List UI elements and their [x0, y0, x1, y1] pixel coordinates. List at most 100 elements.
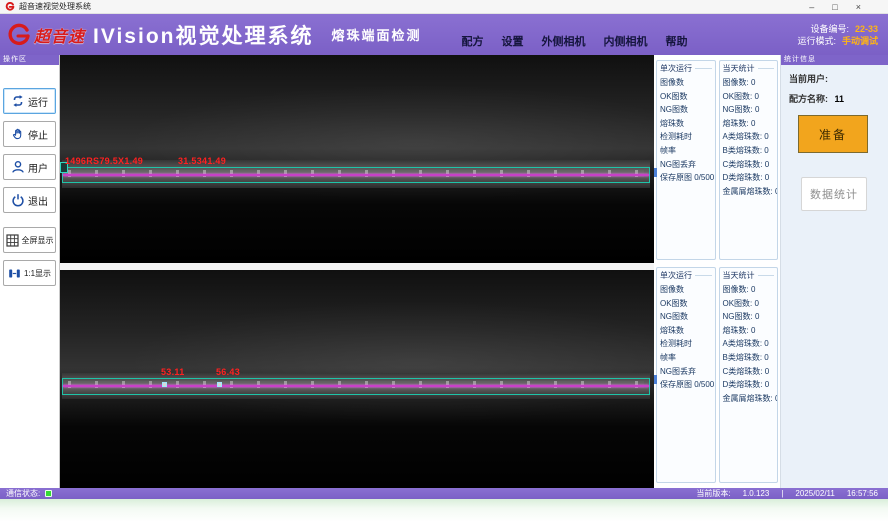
- single-run-groupbox: 单次运行 图像数 OK图数 NG图数 熔珠数 检测耗时 帧率 NG图丢弃 保存原…: [656, 267, 716, 483]
- today-stats-groupbox: 当天统计 图像数: 0 OK图数: 0 NG图数: 0 熔珠数: 0 A类熔珠数…: [719, 60, 779, 260]
- stat-row: 保存原图 0/500: [660, 378, 712, 392]
- stat-row: NG图数: 0: [723, 103, 775, 117]
- stat-row: B类熔珠数: 0: [723, 144, 775, 158]
- stat-row: OK图数: 0: [723, 297, 775, 311]
- operation-sidebar: 操作区 运行 停止: [0, 55, 60, 488]
- camera-viewport-bottom[interactable]: 53.11 56.43: [60, 270, 654, 488]
- user-button-label: 用户: [28, 160, 48, 175]
- stat-row: 熔珠数: 0: [723, 324, 775, 338]
- stat-row: 金属屑熔珠数: 0: [723, 392, 775, 406]
- measurement-annotation: 1496RS79.5X1.49: [65, 156, 143, 166]
- stat-row: A类熔珠数: 0: [723, 130, 775, 144]
- today-stats-title: 当天统计: [723, 270, 775, 281]
- run-mode-row: 运行模式: 手动调试: [797, 35, 878, 47]
- brand-swoosh-icon: [6, 23, 32, 47]
- stat-row: 熔珠数: [660, 324, 712, 338]
- single-run-title: 单次运行: [660, 63, 712, 74]
- stat-row: 金属屑熔珠数: 0: [723, 185, 775, 199]
- status-bar: 通信状态: 当前版本: 1.0.123 | 2025/02/11 16:57:5…: [0, 488, 888, 499]
- device-info: 设备编号: 22-33 运行模式: 手动调试: [797, 23, 878, 47]
- window-title: 超音速视觉处理系统: [19, 1, 91, 12]
- stat-row: NG图数: 0: [723, 310, 775, 324]
- stat-row: 熔珠数: [660, 117, 712, 131]
- status-date: 2025/02/11: [795, 489, 834, 498]
- bead-center-line: [63, 385, 649, 387]
- minimize-icon[interactable]: –: [809, 1, 814, 13]
- fullscreen-button-label: 全屏显示: [22, 235, 54, 246]
- stop-button-label: 停止: [28, 127, 48, 142]
- status-time: 16:57:56: [847, 489, 878, 498]
- stat-row: 帧率: [660, 351, 712, 365]
- measurement-annotation: 31.5341.49: [178, 156, 226, 166]
- app-title: IVision视觉处理系统: [93, 20, 313, 50]
- stat-row: OK图数: [660, 90, 712, 104]
- main-menu: 配方 设置 外侧相机 内侧相机 帮助: [462, 33, 688, 55]
- menu-inner-camera[interactable]: 内侧相机: [604, 33, 648, 49]
- sidebar-buttons: 运行 停止 用户 退出: [0, 65, 59, 286]
- menu-recipe[interactable]: 配方: [462, 33, 484, 49]
- user-button[interactable]: 用户: [3, 154, 56, 180]
- stat-row: 图像数: [660, 283, 712, 297]
- measurement-annotation: 53.11: [161, 367, 185, 377]
- bead-center-line: [63, 174, 649, 176]
- stat-row: 保存原图 0/500: [660, 171, 712, 185]
- exit-button-label: 退出: [28, 193, 48, 208]
- recipe-name-value: 11: [835, 94, 845, 104]
- menu-outer-camera[interactable]: 外侧相机: [542, 33, 586, 49]
- stats-section-top: 单次运行 图像数 OK图数 NG图数 熔珠数 检测耗时 帧率 NG图丢弃 保存原…: [656, 60, 778, 260]
- bead-strip-image: [62, 373, 650, 399]
- sidebar-title: 操作区: [0, 55, 59, 65]
- brand-logo: 超音速: [6, 23, 85, 47]
- status-bar-right: 当前版本: 1.0.123 | 2025/02/11 16:57:56: [696, 488, 878, 499]
- camera-viewport-top[interactable]: 1496RS79.5X1.49 31.5341.49: [60, 55, 654, 263]
- maximize-icon[interactable]: □: [832, 1, 837, 13]
- stop-hand-icon: [11, 127, 25, 141]
- stat-row: A类熔珠数: 0: [723, 337, 775, 351]
- os-titlebar: 超音速视觉处理系统 – □ ×: [0, 0, 888, 14]
- splitter-grip[interactable]: [654, 168, 657, 177]
- defect-spot: [162, 382, 167, 387]
- stat-row: D类熔珠数: 0: [723, 171, 775, 185]
- desktop-strip: [0, 499, 888, 522]
- run-mode-label: 运行模式:: [797, 35, 836, 47]
- app-subtitle: 熔珠端面检测: [331, 25, 421, 44]
- info-panel-title: 统计信息: [781, 55, 888, 65]
- exit-button[interactable]: 退出: [3, 187, 56, 213]
- window-controls: – □ ×: [809, 1, 861, 13]
- current-user-row: 当前用户:: [789, 72, 888, 85]
- stat-row: 图像数: [660, 76, 712, 90]
- power-icon: [11, 193, 25, 207]
- stat-row: NG图丢弃: [660, 365, 712, 379]
- close-icon[interactable]: ×: [856, 1, 861, 13]
- prepare-button[interactable]: 准备: [798, 115, 868, 153]
- data-statistics-button[interactable]: 数据统计: [801, 177, 867, 211]
- stop-button[interactable]: 停止: [3, 121, 56, 147]
- stat-row: OK图数: [660, 297, 712, 311]
- app-header: 超音速 IVision视觉处理系统 熔珠端面检测 配方 设置 外侧相机 内侧相机…: [0, 14, 888, 55]
- stat-row: 图像数: 0: [723, 283, 775, 297]
- stats-section-bottom: 单次运行 图像数 OK图数 NG图数 熔珠数 检测耗时 帧率 NG图丢弃 保存原…: [656, 267, 778, 483]
- run-button-label: 运行: [28, 94, 48, 109]
- menu-help[interactable]: 帮助: [666, 33, 688, 49]
- device-number-row: 设备编号: 22-33: [797, 23, 878, 35]
- one-to-one-button[interactable]: 1:1显示: [3, 260, 56, 286]
- bead-strip-image: [62, 160, 650, 188]
- fullscreen-button[interactable]: 全屏显示: [3, 227, 56, 253]
- splitter-grip[interactable]: [654, 375, 657, 384]
- stat-row: NG图丢弃: [660, 158, 712, 172]
- menu-settings[interactable]: 设置: [502, 33, 524, 49]
- stat-row: 熔珠数: 0: [723, 117, 775, 131]
- stat-row: 帧率: [660, 144, 712, 158]
- stat-row: NG图数: [660, 103, 712, 117]
- run-button[interactable]: 运行: [3, 88, 56, 114]
- measurement-annotation: 56.43: [216, 367, 240, 377]
- single-run-title: 单次运行: [660, 270, 712, 281]
- stat-row: 检测耗时: [660, 130, 712, 144]
- app-window: 超音速视觉处理系统 – □ × 超音速 IVision视觉处理系统 熔珠端面检测…: [0, 0, 888, 522]
- stat-row: 图像数: 0: [723, 76, 775, 90]
- stat-row: OK图数: 0: [723, 90, 775, 104]
- single-run-groupbox: 单次运行 图像数 OK图数 NG图数 熔珠数 检测耗时 帧率 NG图丢弃 保存原…: [656, 60, 716, 260]
- recipe-row: 配方名称: 11: [789, 92, 888, 105]
- app-logo-icon: [5, 2, 15, 11]
- recipe-name-label: 配方名称:: [789, 94, 828, 104]
